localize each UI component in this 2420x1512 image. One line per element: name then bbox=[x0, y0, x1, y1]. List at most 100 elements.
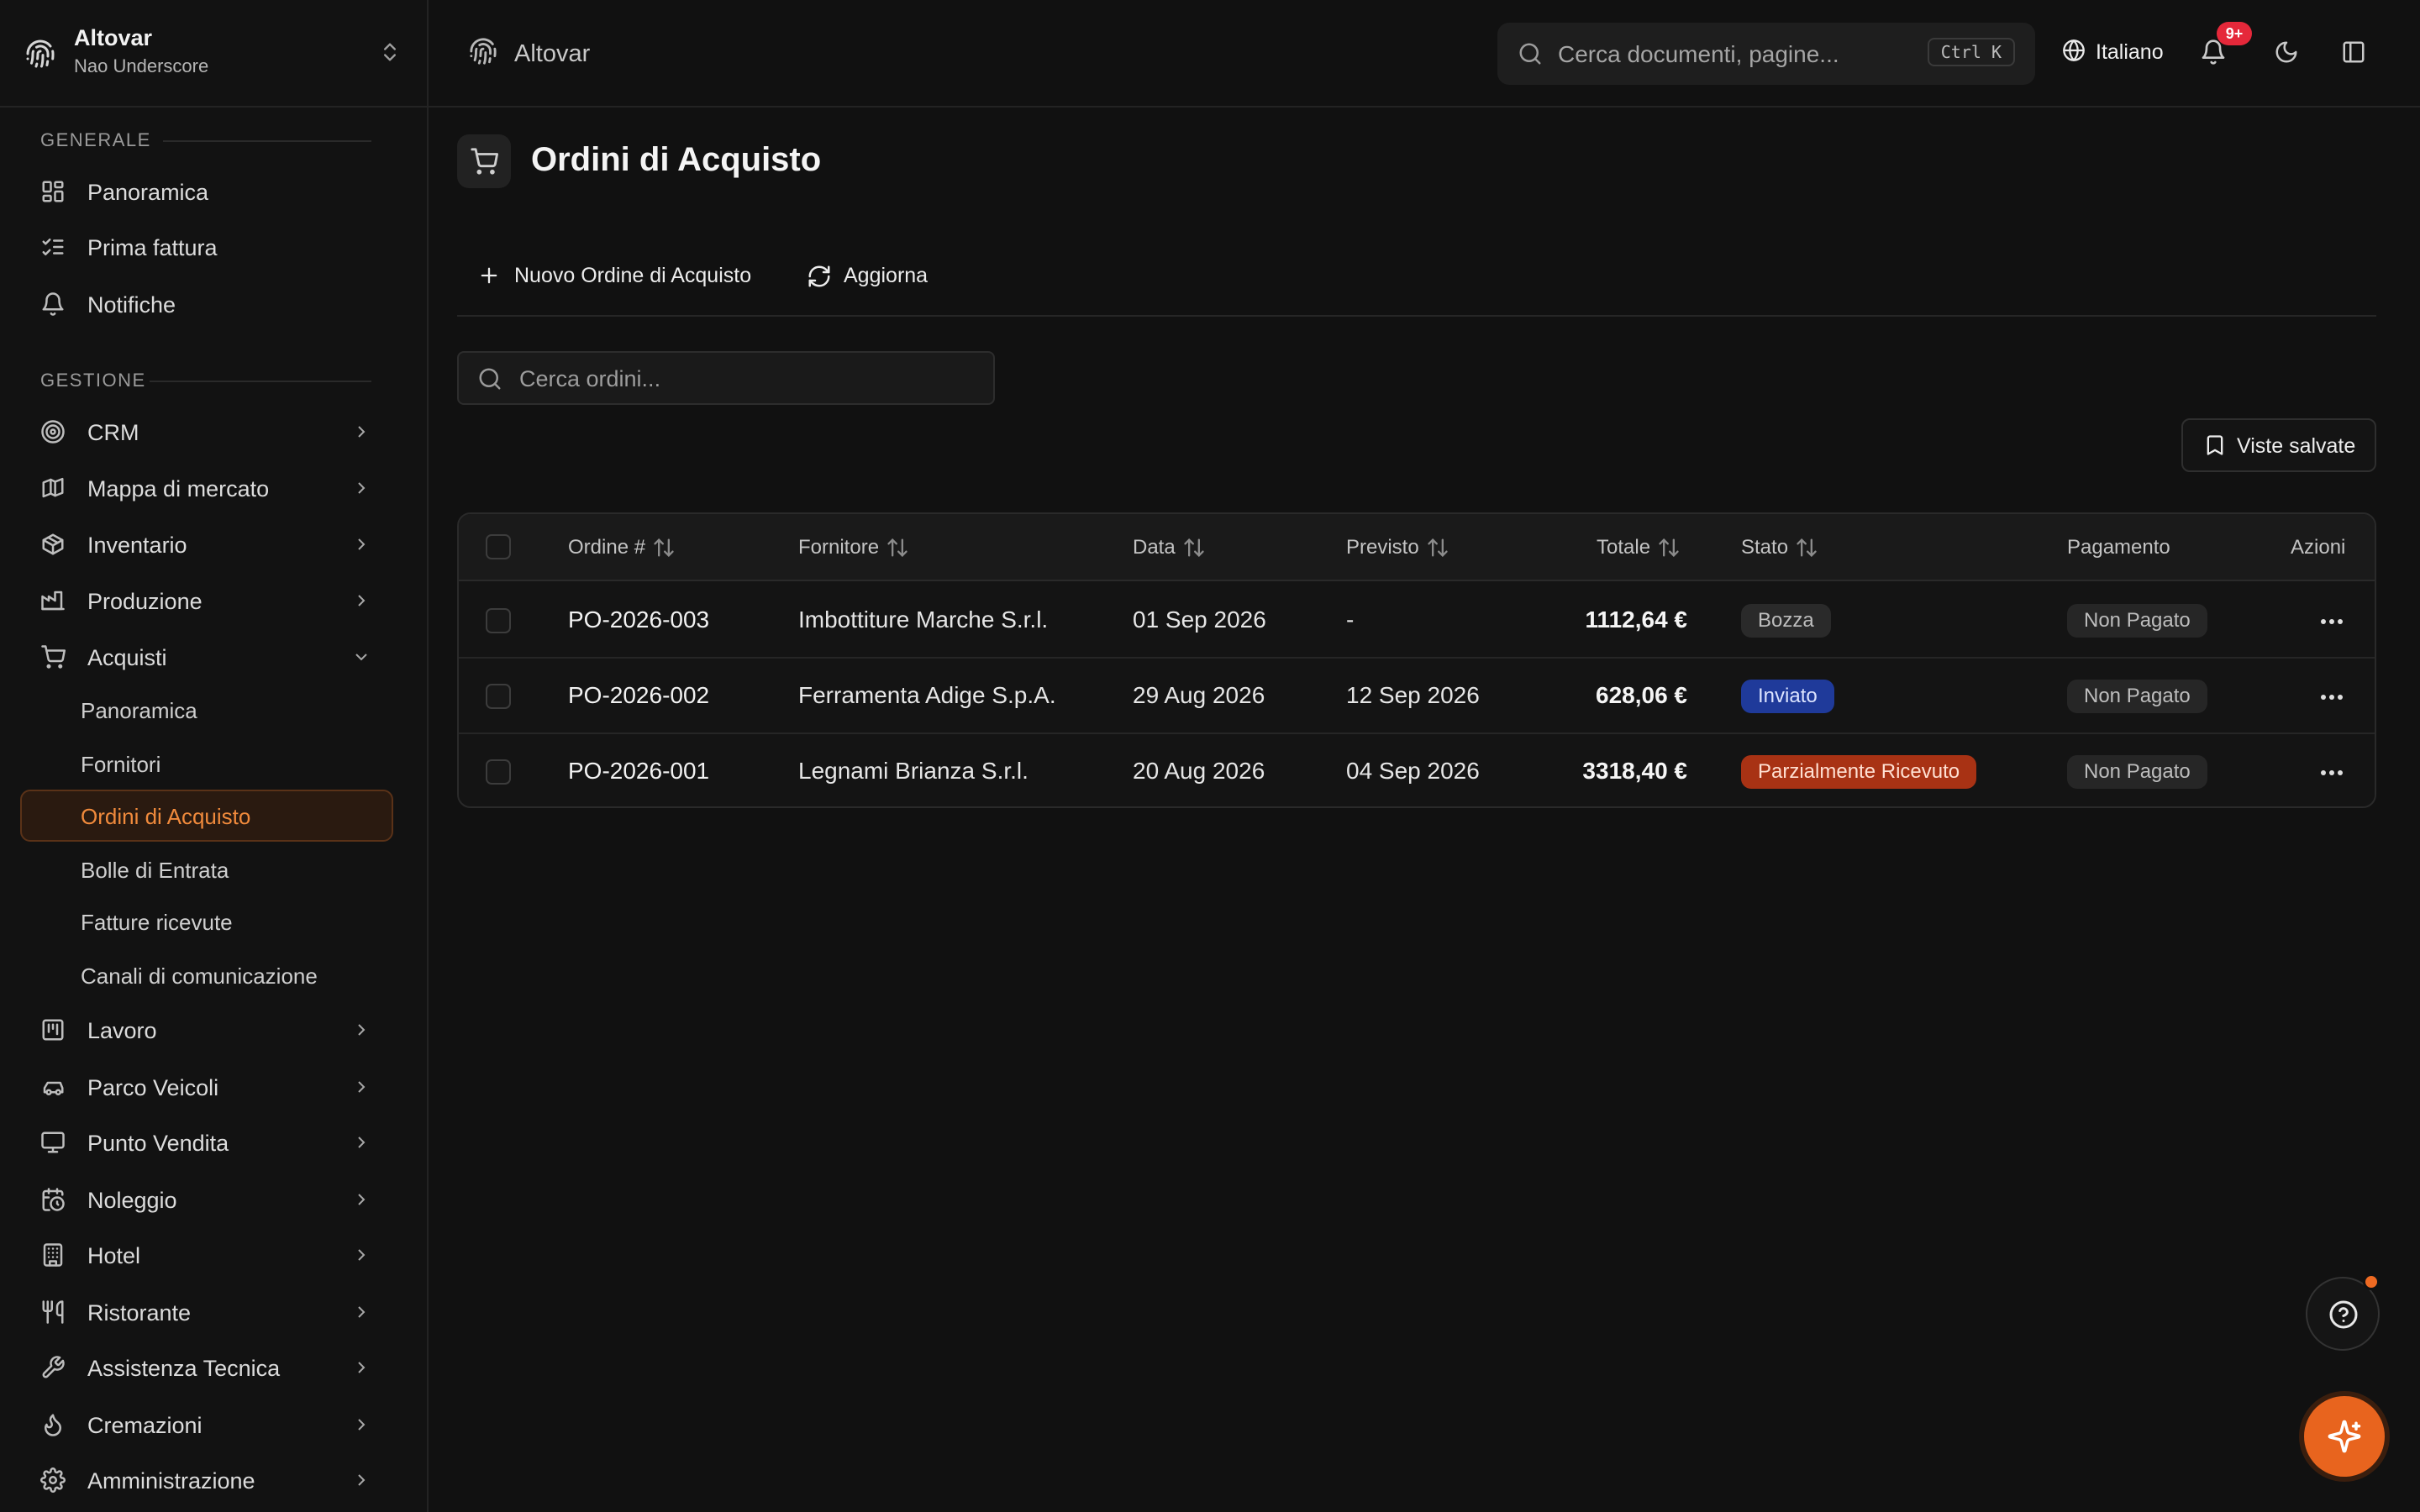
calendar-clock-icon bbox=[42, 1188, 65, 1211]
sort-icon bbox=[1184, 538, 1204, 557]
breadcrumb[interactable]: Altovar bbox=[514, 40, 590, 68]
sidebar-item-label: Noleggio bbox=[87, 1188, 177, 1213]
language-selector[interactable]: Italiano bbox=[2096, 40, 2164, 65]
cart-page-icon bbox=[457, 134, 511, 188]
sort-icon bbox=[1428, 538, 1448, 557]
sidebar-subitem-canali-di-comunicazione[interactable]: Canali di comunicazione bbox=[20, 949, 393, 1001]
more-actions-icon[interactable] bbox=[2319, 763, 2344, 783]
chevron-right-icon bbox=[358, 1306, 366, 1318]
target-icon bbox=[41, 420, 65, 444]
more-actions-icon[interactable] bbox=[2319, 612, 2344, 632]
column-header-order[interactable]: Ordine # bbox=[568, 536, 676, 559]
sidebar-item-acquisti[interactable]: Acquisti bbox=[25, 635, 378, 679]
sidebar-item-ristorante[interactable]: Ristorante bbox=[25, 1290, 378, 1334]
chevron-right-icon bbox=[358, 1362, 366, 1373]
payment-badge: Non Pagato bbox=[2067, 680, 2207, 713]
table-header: Ordine # Fornitore Data Previsto Totale … bbox=[459, 514, 2375, 581]
sidebar-subitem-bolle-di-entrata[interactable]: Bolle di Entrata bbox=[20, 843, 393, 895]
workspace-switcher[interactable]: Altovar Nao Underscore bbox=[0, 0, 427, 108]
sidebar-item-noleggio[interactable]: Noleggio bbox=[25, 1178, 378, 1221]
payment-badge: Non Pagato bbox=[2067, 604, 2207, 638]
sparkles-icon bbox=[2328, 1420, 2361, 1453]
column-header-supplier[interactable]: Fornitore bbox=[798, 536, 909, 559]
sidebar-item-amministrazione[interactable]: Amministrazione bbox=[25, 1458, 378, 1502]
sidebar-subitem-ordini-di-acquisto[interactable]: Ordini di Acquisto bbox=[20, 790, 393, 842]
fingerprint-logo-icon bbox=[25, 39, 55, 69]
order-number[interactable]: PO-2026-002 bbox=[568, 682, 709, 709]
chevron-right-icon bbox=[358, 1249, 366, 1261]
globe-icon[interactable] bbox=[2062, 39, 2086, 62]
chevron-down-icon bbox=[355, 654, 367, 661]
sidebar-item-cremazioni[interactable]: Cremazioni bbox=[25, 1403, 378, 1446]
chevron-right-icon bbox=[358, 1474, 366, 1486]
panel-toggle-icon[interactable] bbox=[2341, 39, 2366, 65]
column-header-label: Data bbox=[1133, 536, 1176, 559]
table-row[interactable]: PO-2026-002 Ferramenta Adige S.p.A. 29 A… bbox=[459, 659, 2375, 734]
plus-icon bbox=[481, 267, 497, 284]
sidebar-item-crm[interactable]: CRM bbox=[25, 410, 378, 454]
sidebar-item-mappa-di-mercato[interactable]: Mappa di mercato bbox=[25, 466, 378, 510]
table-row[interactable]: PO-2026-003 Imbottiture Marche S.r.l. 01… bbox=[459, 583, 2375, 659]
sidebar-subitem-panoramica[interactable]: Panoramica bbox=[20, 684, 393, 736]
column-header-payment: Pagamento bbox=[2067, 536, 2170, 559]
sidebar-subitem-fatture-ricevute[interactable]: Fatture ricevute bbox=[20, 895, 393, 948]
sidebar-item-panoramica[interactable]: Panoramica bbox=[25, 170, 378, 213]
ai-assistant-button[interactable] bbox=[2304, 1396, 2385, 1477]
row-checkbox[interactable] bbox=[486, 608, 511, 633]
sidebar-item-notifiche[interactable]: Notifiche bbox=[25, 282, 378, 326]
order-date: 29 Aug 2026 bbox=[1133, 682, 1265, 708]
sidebar-item-parco-veicoli[interactable]: Parco Veicoli bbox=[25, 1065, 378, 1109]
table-row[interactable]: PO-2026-001 Legnami Brianza S.r.l. 20 Au… bbox=[459, 734, 2375, 806]
kanban-icon bbox=[42, 1019, 64, 1041]
select-all-checkbox[interactable] bbox=[486, 534, 511, 559]
chevrons-up-down-icon bbox=[378, 40, 402, 64]
bookmark-icon bbox=[2207, 435, 2223, 455]
help-indicator-dot bbox=[2363, 1273, 2380, 1290]
order-number[interactable]: PO-2026-001 bbox=[568, 758, 709, 785]
payment-badge: Non Pagato bbox=[2067, 755, 2207, 789]
sidebar-item-label: Cremazioni bbox=[87, 1413, 203, 1438]
row-checkbox[interactable] bbox=[486, 759, 511, 785]
order-total: 628,06 € bbox=[1596, 682, 1687, 708]
column-header-status[interactable]: Stato bbox=[1741, 536, 1818, 559]
sidebar-subitem-fornitori[interactable]: Fornitori bbox=[20, 738, 393, 790]
sidebar-item-label: Prima fattura bbox=[87, 235, 218, 260]
sidebar-item-label: Amministrazione bbox=[87, 1468, 255, 1494]
section-divider bbox=[150, 381, 371, 382]
sidebar-subitem-label: Canali di comunicazione bbox=[81, 963, 318, 989]
sort-icon bbox=[887, 538, 908, 557]
column-header-date[interactable]: Data bbox=[1133, 536, 1206, 559]
sidebar-item-produzione[interactable]: Produzione bbox=[25, 579, 378, 622]
checklist-icon bbox=[42, 239, 64, 255]
row-checkbox[interactable] bbox=[486, 684, 511, 709]
chevron-right-icon bbox=[358, 595, 366, 606]
sidebar-item-inventario[interactable]: Inventario bbox=[25, 522, 378, 566]
sidebar-subitem-label: Fatture ricevute bbox=[81, 910, 233, 935]
saved-views-button[interactable]: Viste salvate bbox=[2181, 418, 2376, 472]
sidebar-item-lavoro[interactable]: Lavoro bbox=[25, 1008, 378, 1052]
column-header-total[interactable]: Totale bbox=[1597, 536, 1681, 559]
notifications-badge: 9+ bbox=[2217, 22, 2252, 45]
more-actions-icon[interactable] bbox=[2319, 687, 2344, 707]
column-header-expected[interactable]: Previsto bbox=[1346, 536, 1449, 559]
chevron-right-icon bbox=[358, 1024, 366, 1036]
sidebar-item-label: Assistenza Tecnica bbox=[87, 1356, 281, 1381]
sidebar-item-assistenza-tecnica[interactable]: Assistenza Tecnica bbox=[25, 1346, 378, 1389]
package-icon bbox=[42, 533, 64, 555]
cart-icon bbox=[41, 645, 66, 669]
sidebar-item-label: Lavoro bbox=[87, 1018, 157, 1043]
status-badge: Parzialmente Ricevuto bbox=[1741, 755, 1977, 789]
sidebar-item-hotel[interactable]: Hotel bbox=[25, 1233, 378, 1277]
column-header-label: Stato bbox=[1741, 536, 1789, 559]
moon-icon[interactable] bbox=[2274, 39, 2299, 65]
column-header-label: Totale bbox=[1597, 536, 1651, 559]
sidebar-item-prima-fattura[interactable]: Prima fattura bbox=[25, 225, 378, 269]
order-number[interactable]: PO-2026-003 bbox=[568, 606, 709, 633]
orders-search-input[interactable]: Cerca ordini... bbox=[457, 351, 995, 405]
factory-icon bbox=[41, 591, 65, 611]
bell-icon bbox=[42, 292, 64, 316]
section-label-generale: GENERALE bbox=[40, 129, 151, 150]
sidebar-item-label: Produzione bbox=[87, 589, 203, 614]
global-search-input[interactable]: Cerca documenti, pagine... Ctrl K bbox=[1497, 23, 2035, 85]
sidebar-item-punto-vendita[interactable]: Punto Vendita bbox=[25, 1121, 378, 1164]
